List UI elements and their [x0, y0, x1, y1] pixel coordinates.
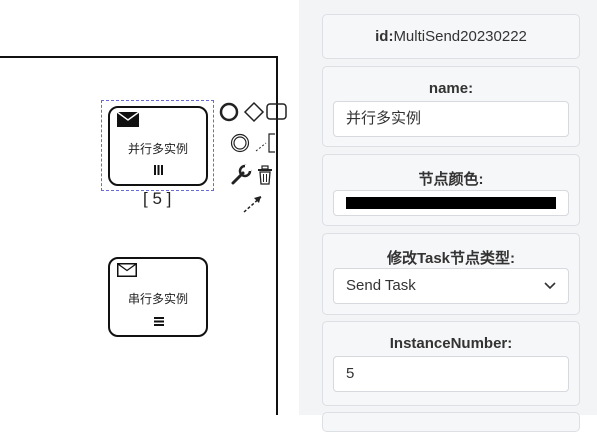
envelope-icon — [117, 263, 137, 277]
task-label: 串行多实例 — [127, 292, 188, 306]
envelope-icon — [117, 112, 139, 127]
id-row: id:MultiSend20230222 — [323, 15, 579, 58]
color-card: 节点颜色: — [322, 154, 580, 226]
task-type-label: 修改Task节点类型: — [386, 250, 516, 267]
chevron-down-icon — [544, 282, 556, 290]
bpmn-canvas[interactable]: 并行多实例 [ 5 ] 串行多实例 — [0, 0, 299, 415]
color-swatch — [346, 197, 556, 209]
instance-number-input[interactable]: 5 — [333, 356, 569, 392]
task-label: 并行多实例 — [127, 142, 188, 156]
send-task-parallel[interactable]: 并行多实例 — [108, 106, 208, 186]
trash-icon[interactable] — [255, 164, 275, 186]
id-key: id: — [375, 28, 394, 45]
id-card: id:MultiSend20230222 — [322, 14, 580, 59]
task-type-select[interactable]: Send Task — [333, 268, 569, 304]
id-value: MultiSend20230222 — [393, 28, 527, 45]
instance-number-card: InstanceNumber: 5 — [322, 321, 580, 406]
sequential-marker-icon — [154, 317, 164, 326]
intermediate-event-icon[interactable] — [230, 133, 250, 153]
next-card — [322, 412, 580, 432]
diamond-icon[interactable] — [243, 101, 265, 123]
rounded-rect-icon[interactable] — [266, 103, 288, 121]
text-annotation-icon[interactable] — [254, 132, 276, 154]
name-input[interactable]: 并行多实例 — [333, 101, 569, 137]
name-card: name: 并行多实例 — [322, 66, 580, 147]
circle-icon[interactable] — [219, 102, 239, 122]
color-label: 节点颜色: — [418, 171, 484, 188]
instance-number-label: InstanceNumber: — [389, 335, 513, 352]
task-type-value: Send Task — [346, 277, 416, 294]
loop-count: [ 5 ] — [143, 189, 172, 208]
connect-arrow-icon[interactable] — [241, 193, 265, 215]
send-task-serial[interactable]: 串行多实例 — [108, 257, 208, 337]
parallel-marker-icon — [154, 165, 163, 175]
name-label: name: — [428, 80, 474, 97]
task-type-card: 修改Task节点类型: Send Task — [322, 233, 580, 315]
properties-panel: id:MultiSend20230222 name: 并行多实例 节点颜色: 修… — [299, 0, 597, 432]
wrench-icon[interactable] — [230, 164, 252, 186]
color-input[interactable] — [333, 190, 569, 216]
